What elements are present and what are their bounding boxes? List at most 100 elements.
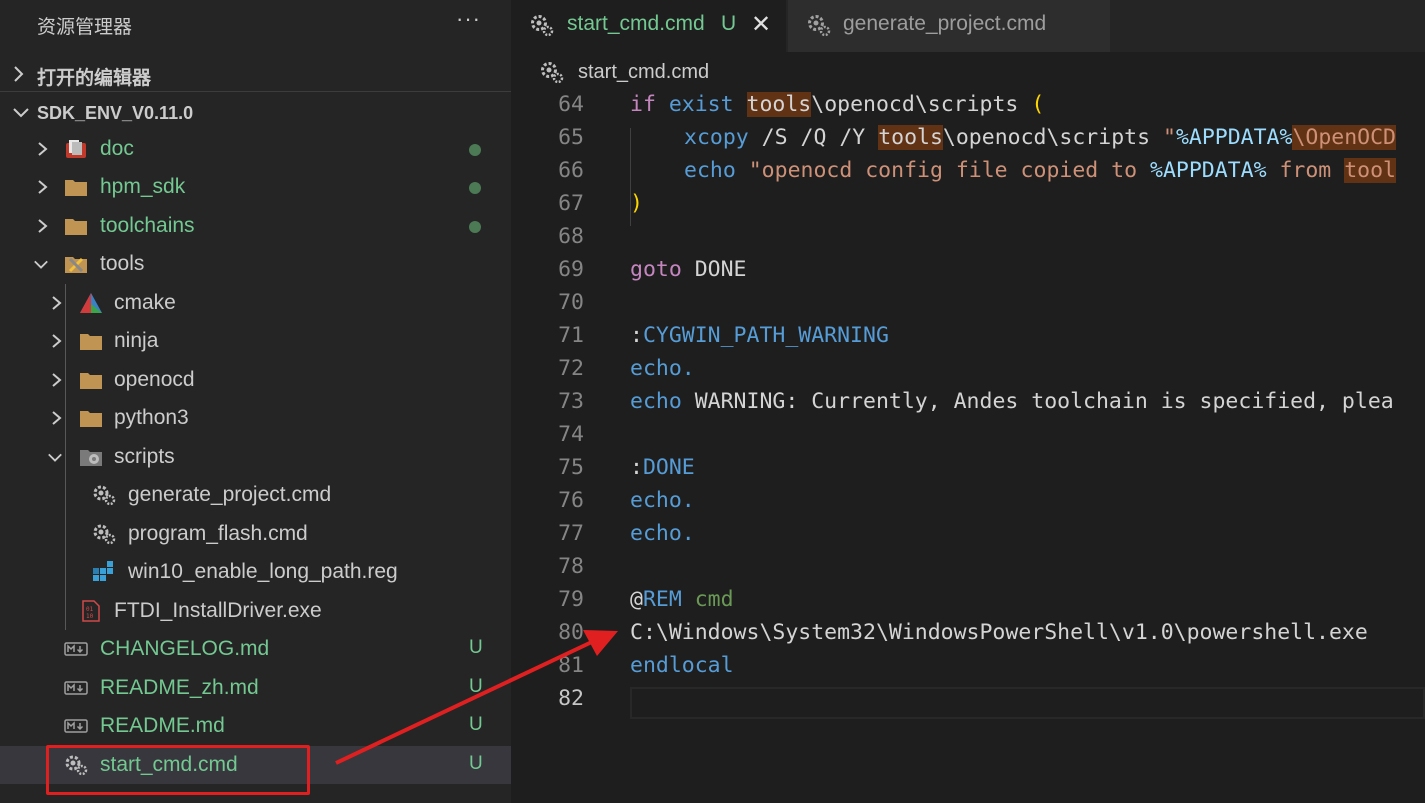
tree-item-generate-project[interactable]: generate_project.cmd: [0, 476, 511, 514]
code-line: 82: [511, 682, 1425, 715]
tree-item-label: scripts: [114, 445, 175, 468]
code-text: endlocal: [630, 653, 734, 678]
tree-item-readme[interactable]: README.md U: [0, 707, 511, 745]
code-token: from: [1266, 158, 1345, 183]
tree-item-scripts[interactable]: scripts: [0, 438, 511, 476]
cmake-icon: [80, 293, 102, 313]
code-token: tools: [878, 125, 943, 150]
code-line: 67 ): [511, 187, 1425, 220]
chevron-right-icon: [52, 296, 62, 310]
untracked-badge: U: [469, 753, 483, 774]
tree-item-changelog[interactable]: CHANGELOG.md U: [0, 630, 511, 668]
code-line: 70: [511, 286, 1425, 319]
line-number: 82: [558, 686, 584, 711]
tree-item-cmake[interactable]: cmake: [0, 284, 511, 322]
breadcrumb-file[interactable]: start_cmd.cmd: [578, 61, 709, 84]
tree-item-label: cmake: [114, 291, 176, 314]
tree-item-tools[interactable]: tools: [0, 245, 511, 283]
code-token: DONE: [681, 257, 747, 282]
code-token: exist: [668, 92, 734, 117]
workspace-root-label: SDK_ENV_V0.11.0: [37, 103, 194, 123]
line-number: 73: [558, 389, 584, 414]
tree-item-label: README.md: [100, 714, 225, 737]
markdown-icon: [64, 642, 88, 656]
tree-item-python3[interactable]: python3: [0, 399, 511, 437]
tree-item-label: FTDI_InstallDriver.exe: [114, 599, 322, 622]
tab-start-cmd[interactable]: start_cmd.cmd U ✕: [511, 0, 786, 52]
tree-item-label: README_zh.md: [100, 676, 259, 699]
tree-item-readme-zh[interactable]: README_zh.md U: [0, 669, 511, 707]
open-editors-label: 打开的编辑器: [37, 68, 152, 89]
gear-icon: [541, 62, 564, 84]
folder-icon: [80, 411, 102, 427]
code-token: "openocd config file copied to: [748, 158, 1151, 183]
code-token: :: [630, 455, 643, 480]
code-text: ): [630, 191, 643, 216]
tab-generate-project[interactable]: generate_project.cmd: [788, 0, 1110, 52]
code-line: 76 echo.: [511, 484, 1425, 517]
more-actions-icon[interactable]: ···: [456, 6, 481, 32]
breadcrumb: start_cmd.cmd: [511, 52, 1425, 92]
code-token: echo: [630, 389, 682, 414]
tree-item-ninja[interactable]: ninja: [0, 322, 511, 360]
code-token: xcopy: [684, 125, 749, 150]
tree-item-program-flash[interactable]: program_flash.cmd: [0, 515, 511, 553]
modified-dot: [469, 182, 481, 194]
close-icon[interactable]: ✕: [751, 10, 771, 39]
untracked-badge: U: [469, 714, 483, 735]
tree-item-toolchains[interactable]: toolchains: [0, 207, 511, 245]
code-line: 74: [511, 418, 1425, 451]
tree-item-label: win10_enable_long_path.reg: [128, 560, 398, 583]
code-text: echo.: [630, 521, 695, 546]
code-token: CYGWIN_PATH_WARNING: [642, 323, 889, 348]
code-line: 68: [511, 220, 1425, 253]
folder-icon: [80, 373, 102, 389]
svg-text:10: 10: [86, 613, 94, 620]
code-line: 69 goto DONE: [511, 253, 1425, 286]
tree-item-label: hpm_sdk: [100, 175, 186, 198]
gear-icon: [531, 15, 554, 37]
code-line: 81 endlocal: [511, 649, 1425, 682]
code-token: %APPDATA%: [1150, 158, 1267, 183]
code-editor[interactable]: 64 if exist tools\openocd\scripts ( 65 x…: [511, 88, 1425, 803]
tree-item-ftdi-exe[interactable]: 01 10 FTDI_InstallDriver.exe: [0, 592, 511, 630]
code-line: 80 C:\Windows\System32\WindowsPowerShell…: [511, 616, 1425, 649]
gear-icon: [93, 524, 116, 545]
line-number: 81: [558, 653, 584, 678]
open-editors-section[interactable]: 打开的编辑器: [0, 57, 511, 91]
binary-icon: 0110: [82, 600, 100, 622]
tree-item-label: openocd: [114, 368, 195, 391]
tree-item-label: program_flash.cmd: [128, 522, 308, 545]
tree-item-win10-reg[interactable]: win10_enable_long_path.reg: [0, 553, 511, 591]
markdown-icon: [64, 681, 88, 695]
tree-item-openocd[interactable]: openocd: [0, 361, 511, 399]
tree-item-doc[interactable]: doc: [0, 130, 511, 168]
tree-item-hpm-sdk[interactable]: hpm_sdk: [0, 168, 511, 206]
line-number: 69: [558, 257, 584, 282]
scripts-folder-icon: [80, 450, 102, 466]
chevron-down-icon: [13, 108, 29, 118]
line-number: 68: [558, 224, 584, 249]
code-token: \OpenOCD: [1292, 125, 1396, 150]
code-line: 79 @REM cmd: [511, 583, 1425, 616]
folder-icon: [65, 219, 87, 235]
section-divider: [0, 91, 511, 92]
tree-item-label: ninja: [114, 329, 159, 352]
code-token: if: [630, 92, 656, 117]
registry-icon: [93, 561, 113, 581]
line-number: 65: [558, 125, 584, 150]
chevron-right-icon: [52, 411, 62, 425]
workspace-root-section[interactable]: SDK_ENV_V0.11.0: [0, 96, 511, 130]
chevron-right-icon: [38, 180, 48, 194]
line-number: 79: [558, 587, 584, 612]
code-line: 78: [511, 550, 1425, 583]
gear-icon: [808, 15, 831, 37]
code-token: (: [1031, 92, 1045, 117]
tree-item-label: generate_project.cmd: [128, 483, 332, 506]
code-token: echo: [684, 158, 736, 183]
code-line: 77 echo.: [511, 517, 1425, 550]
code-line: 66 echo "openocd config file copied to %…: [511, 154, 1425, 187]
code-token: ": [1162, 125, 1176, 150]
code-token: @: [630, 587, 643, 612]
code-line: 72 echo.: [511, 352, 1425, 385]
